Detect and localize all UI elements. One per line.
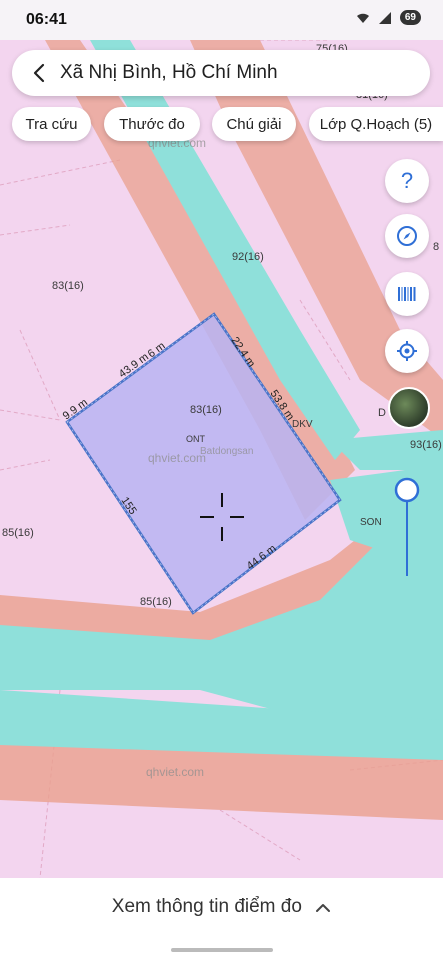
chip-tra-cuu[interactable]: Tra cứu — [12, 107, 91, 141]
brand-watermark: Batdongsan — [200, 446, 253, 457]
help-button[interactable]: ? — [385, 159, 429, 203]
filter-chips: Tra cứu Thước đo Chú giải Lớp Q.Hoạch (5… — [12, 107, 443, 141]
battery-indicator: 69 — [399, 10, 421, 25]
parcel-label-83-center: 83(16) — [190, 404, 222, 416]
gesture-nav-bar — [171, 948, 273, 952]
satellite-layer-toggle[interactable] — [388, 387, 430, 429]
status-icons: 69 — [356, 10, 421, 25]
compass-button[interactable] — [385, 214, 429, 258]
search-bar[interactable]: Xã Nhị Bình, Hồ Chí Minh — [12, 50, 430, 96]
parcel-label-92: 92(16) — [232, 251, 264, 263]
bottom-sheet-row[interactable]: Xem thông tin điểm đo — [0, 896, 443, 918]
my-location-button[interactable] — [385, 329, 429, 373]
barcode-icon — [398, 287, 416, 301]
locate-icon — [397, 341, 417, 361]
location-title[interactable]: Xã Nhị Bình, Hồ Chí Minh — [60, 62, 278, 84]
help-icon: ? — [400, 168, 414, 193]
measure-info-label[interactable]: Xem thông tin điểm đo — [112, 896, 302, 917]
parcel-label-93: 93(16) — [410, 439, 442, 451]
barcode-button[interactable] — [385, 272, 429, 316]
landuse-son: SON — [360, 517, 382, 528]
zoom-slider-handle[interactable] — [394, 477, 420, 503]
chevron-up-icon[interactable] — [315, 901, 331, 913]
parcel-label-83-left: 83(16) — [52, 280, 84, 292]
chip-thuoc-do[interactable]: Thước đo — [104, 107, 200, 141]
wifi-icon — [356, 13, 369, 23]
chip-lop-quy-hoach[interactable]: Lớp Q.Hoạch (5) — [309, 107, 443, 141]
back-arrow-icon[interactable] — [28, 61, 52, 85]
watermark-bottom: qhviet.com — [146, 765, 204, 779]
landuse-dkv: DKV — [292, 419, 313, 430]
parcel-label-85-bottom: 85(16) — [140, 596, 172, 608]
parcel-label-d: D — [378, 407, 386, 419]
compass-icon — [397, 226, 417, 246]
status-time: 06:41 — [26, 11, 67, 28]
landuse-ont: ONT — [186, 434, 206, 444]
watermark-middle: qhviet.com — [148, 451, 206, 465]
parcel-label-85-left: 85(16) — [2, 527, 34, 539]
status-bar: 06:41 69 — [0, 0, 443, 40]
signal-icon — [378, 11, 391, 24]
parcel-label-edge: 8 — [433, 241, 439, 253]
chip-chu-giai[interactable]: Chú giải — [212, 107, 296, 141]
